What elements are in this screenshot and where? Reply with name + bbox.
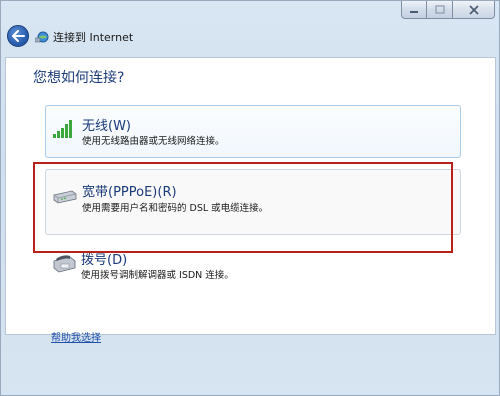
minimize-button[interactable] [401, 1, 427, 19]
option-broadband-pppoe[interactable]: 宽带(PPPoE)(R) 使用需要用户名和密码的 DSL 或电缆连接。 [45, 169, 461, 235]
close-icon [468, 4, 479, 15]
page-title: 您想如何连接? [33, 70, 125, 86]
caption-buttons [401, 1, 495, 19]
window-title: 连接到 Internet [53, 31, 134, 44]
minimize-icon [410, 10, 418, 13]
close-button[interactable] [453, 1, 495, 19]
option-description: 使用需要用户名和密码的 DSL 或电缆连接。 [82, 203, 269, 214]
back-arrow-icon [12, 30, 25, 42]
option-title: 无线(W) [82, 119, 131, 134]
wifi-signal-icon [53, 120, 72, 138]
option-title: 宽带(PPPoE)(R) [82, 185, 177, 200]
maximize-icon [434, 5, 445, 14]
broadband-modem-icon [53, 190, 77, 204]
footer-bar [5, 335, 496, 393]
option-dialup[interactable]: 拨号(D) 使用拨号调制解调器或 ISDN 连接。 [45, 247, 461, 287]
title-bar: 连接到 Internet [1, 1, 499, 55]
option-description: 使用拨号调制解调器或 ISDN 连接。 [81, 270, 234, 281]
dialup-modem-icon [53, 255, 76, 273]
back-button[interactable] [7, 25, 29, 47]
connect-to-internet-window: 连接到 Internet 您想如何连接? 无线(W) 使用无线路由器或无线网络连… [0, 0, 500, 396]
option-title: 拨号(D) [81, 253, 128, 268]
maximize-button[interactable] [427, 1, 453, 19]
option-wireless[interactable]: 无线(W) 使用无线路由器或无线网络连接。 [45, 105, 461, 158]
network-icon [35, 31, 49, 43]
option-description: 使用无线路由器或无线网络连接。 [82, 136, 225, 147]
